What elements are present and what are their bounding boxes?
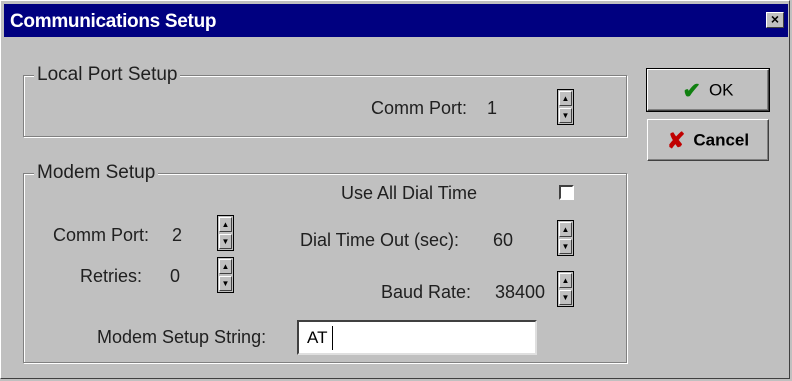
retries-label: Retries: xyxy=(80,266,143,286)
local-port-setup-label: Local Port Setup xyxy=(34,64,181,86)
baud-rate-spinner[interactable]: ▲ ▼ xyxy=(557,271,574,307)
spinner-down-icon[interactable]: ▼ xyxy=(219,234,232,249)
window-title: Communications Setup xyxy=(10,11,217,32)
ok-button[interactable]: ✔ OK xyxy=(646,68,770,112)
modem-setup-label: Modem Setup xyxy=(34,162,159,184)
baud-rate-value: 38400 xyxy=(495,282,546,302)
modem-setup-string-input[interactable] xyxy=(299,322,535,353)
dial-timeout-label: Dial Time Out (sec): xyxy=(300,230,460,250)
spinner-up-icon[interactable]: ▲ xyxy=(559,222,572,237)
modem-comm-port-spinner[interactable]: ▲ ▼ xyxy=(217,215,234,251)
text-caret xyxy=(332,326,333,350)
local-comm-port-value: 1 xyxy=(487,98,498,118)
spinner-up-icon[interactable]: ▲ xyxy=(559,273,572,288)
retries-spinner[interactable]: ▲ ▼ xyxy=(217,257,234,293)
ok-button-label: OK xyxy=(708,80,734,100)
modem-comm-port-label: Comm Port: xyxy=(53,225,150,245)
spinner-up-icon[interactable]: ▲ xyxy=(219,259,232,274)
spinner-down-icon[interactable]: ▼ xyxy=(559,239,572,254)
modem-setup-string-field[interactable] xyxy=(297,320,537,355)
x-icon: ✘ xyxy=(666,127,686,153)
local-comm-port-label: Comm Port: xyxy=(371,98,468,118)
local-comm-port-spinner[interactable]: ▲ ▼ xyxy=(557,89,574,125)
spinner-down-icon[interactable]: ▼ xyxy=(559,108,572,123)
cancel-button[interactable]: ✘ Cancel xyxy=(647,119,769,161)
communications-setup-dialog: Communications Setup × Local Port Setup … xyxy=(0,0,790,379)
modem-comm-port-value: 2 xyxy=(172,225,183,245)
spinner-down-icon[interactable]: ▼ xyxy=(559,290,572,305)
baud-rate-label: Baud Rate: xyxy=(381,282,472,302)
spinner-up-icon[interactable]: ▲ xyxy=(219,217,232,232)
checkmark-icon: ✔ xyxy=(682,77,701,103)
retries-value: 0 xyxy=(170,266,181,286)
spinner-up-icon[interactable]: ▲ xyxy=(559,91,572,106)
title-bar[interactable]: Communications Setup × xyxy=(4,4,788,37)
use-all-dial-time-checkbox[interactable] xyxy=(559,185,574,200)
use-all-dial-time-label: Use All Dial Time xyxy=(341,183,478,203)
close-icon: × xyxy=(770,11,780,27)
dial-timeout-value: 60 xyxy=(493,230,514,250)
cancel-button-label: Cancel xyxy=(693,130,750,150)
close-button[interactable]: × xyxy=(766,12,784,28)
spinner-down-icon[interactable]: ▼ xyxy=(219,276,232,291)
dial-timeout-spinner[interactable]: ▲ ▼ xyxy=(557,220,574,256)
modem-setup-string-label: Modem Setup String: xyxy=(97,327,267,347)
local-port-setup-group: Local Port Setup xyxy=(23,64,627,137)
